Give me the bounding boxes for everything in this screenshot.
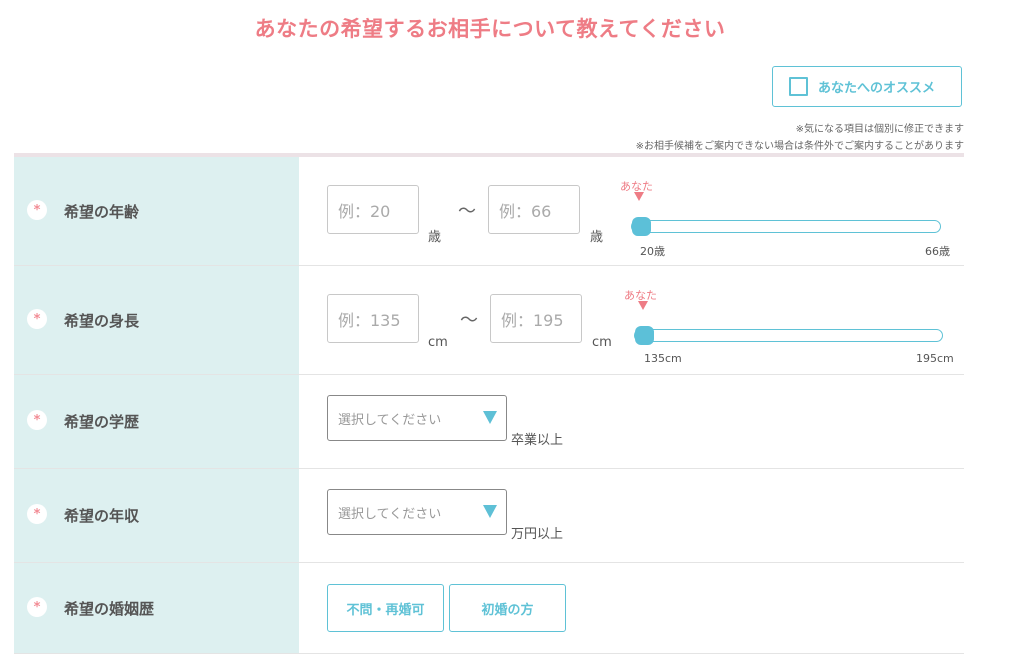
age-min-input[interactable]: 例：20 bbox=[327, 185, 419, 234]
age-you-marker-icon bbox=[634, 192, 644, 201]
height-label-cell: * 希望の身長 bbox=[14, 266, 299, 374]
height-slider-min-label: 135cm bbox=[644, 352, 682, 365]
age-row: * 希望の年齢 例：20 歳 〜 例：66 歳 あなた 20歳 66歳 bbox=[14, 157, 964, 266]
age-range-tilde: 〜 bbox=[458, 201, 476, 222]
education-row: * 希望の学歴 選択してください 卒業以上 bbox=[14, 375, 964, 469]
age-min-unit: 歳 bbox=[428, 230, 442, 245]
page-title: あなたの希望するお相手について教えてください bbox=[254, 17, 726, 41]
marital-label-cell: * 希望の婚姻歴 bbox=[14, 563, 299, 653]
income-label: 希望の年収 bbox=[64, 507, 140, 525]
required-icon: * bbox=[27, 200, 47, 220]
income-select[interactable]: 選択してください bbox=[327, 489, 507, 535]
height-min-unit: cm bbox=[428, 335, 448, 350]
required-icon: * bbox=[27, 504, 47, 524]
education-label: 希望の学歴 bbox=[64, 413, 140, 431]
required-icon: * bbox=[27, 410, 47, 430]
income-select-value: 選択してください bbox=[338, 506, 442, 522]
age-slider-min-label: 20歳 bbox=[640, 245, 665, 258]
education-label-cell: * 希望の学歴 bbox=[14, 375, 299, 468]
height-range-tilde: 〜 bbox=[460, 310, 478, 331]
height-max-input[interactable]: 例：195 bbox=[490, 294, 582, 343]
marital-label: 希望の婚姻歴 bbox=[64, 600, 155, 618]
marital-option-first[interactable]: 初婚の方 bbox=[449, 584, 566, 632]
checkbox-icon[interactable] bbox=[789, 77, 808, 96]
age-max-unit: 歳 bbox=[590, 230, 604, 245]
education-select[interactable]: 選択してください bbox=[327, 395, 507, 441]
marital-row: * 希望の婚姻歴 不問・再婚可 初婚の方 bbox=[14, 563, 964, 654]
height-max-unit: cm bbox=[592, 335, 612, 350]
age-slider-handle[interactable] bbox=[632, 217, 651, 236]
height-label: 希望の身長 bbox=[64, 312, 140, 330]
age-label: 希望の年齢 bbox=[64, 203, 140, 221]
note-conditions: ※お相手候補をご案内できない場合は条件外でご案内することがあります bbox=[635, 141, 964, 152]
height-row: * 希望の身長 例：135 cm 〜 例：195 cm あなた 135cm 19… bbox=[14, 266, 964, 375]
age-slider-max-label: 66歳 bbox=[925, 245, 950, 258]
recommend-label: あなたへのオススメ bbox=[818, 81, 936, 96]
income-row: * 希望の年収 選択してください 万円以上 bbox=[14, 469, 964, 563]
recommend-button[interactable]: あなたへのオススメ bbox=[772, 66, 962, 107]
education-select-value: 選択してください bbox=[338, 412, 442, 428]
income-label-cell: * 希望の年収 bbox=[14, 469, 299, 562]
marital-option-any[interactable]: 不問・再婚可 bbox=[327, 584, 444, 632]
education-suffix: 卒業以上 bbox=[511, 433, 564, 448]
height-slider-handle[interactable] bbox=[635, 326, 654, 345]
height-slider-max-label: 195cm bbox=[916, 352, 954, 365]
age-max-input[interactable]: 例：66 bbox=[488, 185, 580, 234]
height-min-input[interactable]: 例：135 bbox=[327, 294, 419, 343]
required-icon: * bbox=[27, 597, 47, 617]
height-you-marker-icon bbox=[638, 301, 648, 310]
age-label-cell: * 希望の年齢 bbox=[14, 157, 299, 265]
dropdown-arrow-icon bbox=[483, 505, 497, 518]
age-slider-track[interactable] bbox=[631, 220, 941, 233]
dropdown-arrow-icon bbox=[483, 411, 497, 424]
height-slider-track[interactable] bbox=[634, 329, 943, 342]
required-icon: * bbox=[27, 309, 47, 329]
note-editable: ※気になる項目は個別に修正できます bbox=[795, 124, 964, 135]
income-suffix: 万円以上 bbox=[511, 527, 564, 542]
